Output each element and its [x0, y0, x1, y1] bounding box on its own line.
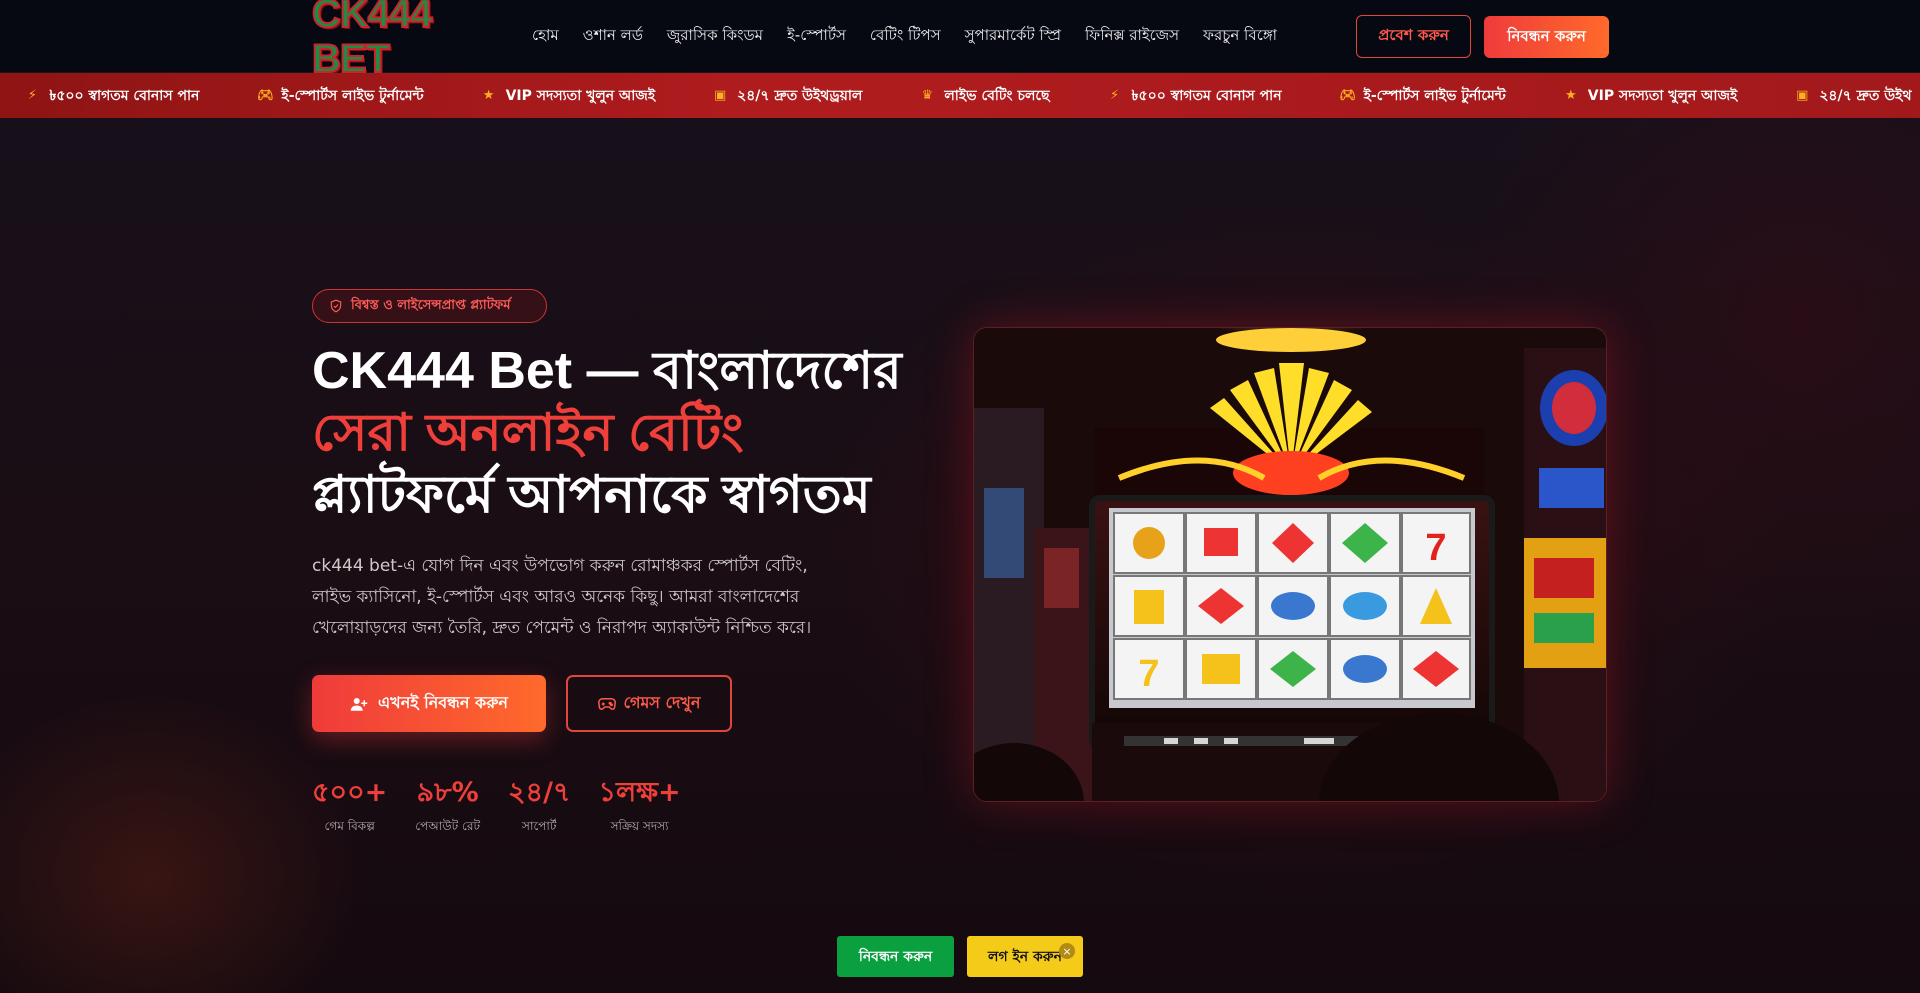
register-now-label: এখনই নিবন্ধন করুন — [378, 693, 508, 712]
gamepad-icon — [597, 697, 616, 710]
view-games-label: গেমস দেখুন — [623, 693, 701, 712]
ticker-item: ⚡ ৳৫০০ স্বাগতম বোনাস পান — [25, 84, 200, 108]
stat-value: ৫০০+ — [312, 777, 388, 808]
bolt-icon: ⚡ — [1109, 88, 1120, 103]
trophy-icon: ♛ — [921, 88, 934, 103]
stat-value: ২৪/৭ — [508, 777, 571, 808]
ticker-text: ই-স্পোর্টস লাইভ টুর্নামেন্ট — [281, 87, 424, 104]
nav-item-esports[interactable]: ই-স্পোর্টস — [787, 24, 846, 49]
nav-item-supermarket-spree[interactable]: সুপারমার্কেট স্প্রি — [965, 24, 1061, 49]
floating-register-button[interactable]: নিবন্ধন করুন — [837, 936, 954, 977]
svg-text:7: 7 — [1138, 653, 1159, 695]
stat-label: পেআউট রেট — [415, 819, 480, 833]
stat-support: ২৪/৭ সাপোর্ট — [508, 776, 571, 838]
stat-value: ৯৮% — [416, 777, 479, 808]
ticker-item: ♛ লাইভ বেটিং চলছে — [920, 84, 1050, 108]
slot-machine-illustration: 7 7 — [974, 328, 1606, 801]
ticker-item: ★ VIP সদস্যতা খুলুন আজই — [482, 84, 656, 108]
stat-label: সক্রিয় সদস্য — [610, 819, 669, 833]
headline-line-3: প্ল্যাটফর্মে আপনাকে স্বাগতম — [312, 466, 871, 524]
gamepad-icon: 🎮︎ — [1339, 88, 1357, 103]
stat-payout: ৯৮% পেআউট রেট — [415, 776, 480, 838]
ticker-item: ▣ ২৪/৭ দ্রুত উইথড্রয়াল — [713, 84, 862, 108]
star-icon: ★ — [1564, 88, 1577, 103]
ticker-text: ই-স্পোর্টস লাইভ টুর্নামেন্ট — [1363, 87, 1506, 104]
stat-games: ৫০০+ গেম বিকল্প — [312, 776, 387, 838]
ticker-item: ▣ ২৪/৭ দ্রুত উইথ — [1795, 84, 1911, 108]
star-icon: ★ — [482, 88, 495, 103]
ticker-text: VIP সদস্যতা খুলুন আজই — [1587, 87, 1738, 104]
wallet-icon: ▣ — [713, 88, 727, 103]
close-icon[interactable]: × — [1059, 943, 1075, 959]
wallet-icon: ▣ — [1796, 88, 1809, 103]
register-now-button[interactable]: এখনই নিবন্ধন করুন — [312, 675, 546, 732]
stat-value: ১লক্ষ+ — [598, 777, 681, 808]
ticker-text: লাইভ বেটিং চলছে — [944, 87, 1050, 104]
hero-section — [0, 118, 1920, 993]
nav-item-jurassic-kingdom[interactable]: জুরাসিক কিংডম — [667, 24, 763, 49]
trust-badge: বিশ্বস্ত ও লাইসেন্সপ্রাপ্ত প্ল্যাটফর্ম — [312, 289, 547, 323]
ticker-item: 🎮︎ ই-স্পোর্টস লাইভ টুর্নামেন্ট — [257, 84, 423, 108]
ticker-item: ★ VIP সদস্যতা খুলুন আজই — [1564, 84, 1738, 108]
headline-line-1: CK444 Bet — বাংলাদেশের — [312, 342, 902, 400]
site-logo[interactable]: CK444 BET — [311, 0, 502, 82]
trust-badge-label: বিশ্বস্ত ও লাইসেন্সপ্রাপ্ত প্ল্যাটফর্ম — [351, 297, 511, 313]
shield-icon — [330, 299, 342, 313]
svg-text:7: 7 — [1425, 527, 1446, 569]
site-header: CK444 BET হোম ওশান লর্ড জুরাসিক কিংডম ই-… — [0, 0, 1920, 82]
promo-ticker: হ ⚡৳৫০০ স্বাগতম বোনাস পান 🎮︎ই-স্পোর্টস ল… — [0, 73, 1920, 118]
main-nav: হোম ওশান লর্ড জুরাসিক কিংডম ই-স্পোর্টস ব… — [532, 0, 1277, 73]
gamepad-icon: 🎮︎ — [257, 88, 274, 103]
stat-label: সাপোর্ট — [522, 819, 557, 833]
slot-machine-image: 7 7 — [973, 327, 1607, 802]
view-games-button[interactable]: গেমস দেখুন — [566, 675, 732, 732]
ticker-item: 🎮︎ ই-স্পোর্টস লাইভ টুর্নামেন্ট — [1340, 84, 1506, 108]
bolt-icon: ⚡ — [27, 88, 37, 103]
register-button[interactable]: নিবন্ধন করুন — [1484, 16, 1609, 58]
nav-item-betting-tips[interactable]: বেটিং টিপস — [870, 24, 941, 49]
login-button[interactable]: প্রবেশ করুন — [1356, 15, 1471, 58]
nav-item-phoenix-rises[interactable]: ফিনিক্স রাইজেস — [1085, 24, 1179, 49]
hero-headline: CK444 Bet — বাংলাদেশের সেরা অনলাইন বেটিং… — [312, 340, 952, 526]
ticker-text: ২৪/৭ দ্রুত উইথড্রয়াল — [737, 87, 863, 104]
ticker-text: ৳৫০০ স্বাগতম বোনাস পান — [1131, 87, 1282, 104]
stat-label: গেম বিকল্প — [324, 819, 375, 833]
nav-item-ocean-lord[interactable]: ওশান লর্ড — [583, 24, 643, 49]
ticker-text: VIP সদস্যতা খুলুন আজই — [505, 87, 656, 104]
hero-description: ck444 bet-এ যোগ দিন এবং উপভোগ করুন রোমাঞ… — [312, 556, 812, 638]
hero-stats: ৫০০+ গেম বিকল্প ৯৮% পেআউট রেট ২৪/৭ সাপোর… — [312, 776, 681, 838]
nav-item-fortune-bingo[interactable]: ফরচুন বিঙ্গো — [1203, 24, 1277, 49]
stat-members: ১লক্ষ+ সক্রিয় সদস্য — [599, 776, 681, 838]
user-plus-icon — [350, 697, 368, 711]
headline-accent: সেরা অনলাইন বেটিং — [312, 404, 744, 462]
ticker-track: হ ⚡৳৫০০ স্বাগতম বোনাস পান 🎮︎ই-স্পোর্টস ল… — [0, 73, 1912, 118]
ticker-item: ⚡ ৳৫০০ স্বাগতম বোনাস পান — [1108, 84, 1282, 108]
nav-item-home[interactable]: হোম — [532, 24, 559, 49]
ticker-text: ৳৫০০ স্বাগতম বোনাস পান — [49, 87, 200, 104]
ticker-text: ২৪/৭ দ্রুত উইথ — [1819, 87, 1912, 104]
